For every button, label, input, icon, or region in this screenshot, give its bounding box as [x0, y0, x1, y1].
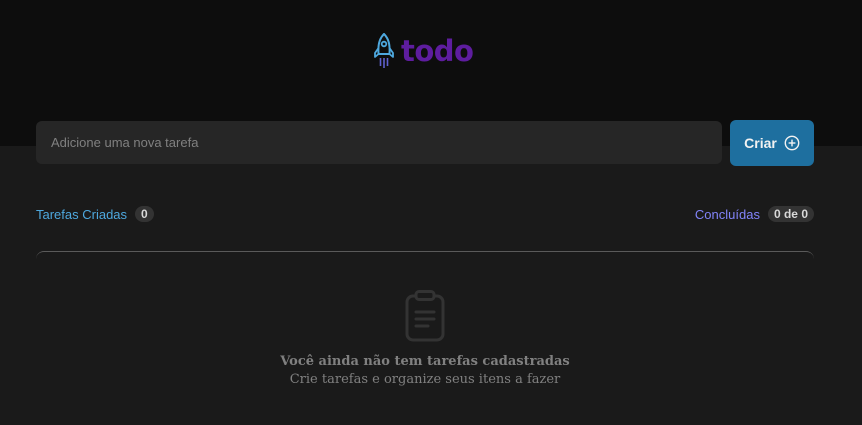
completed-tasks-label: Concluídas [694, 206, 760, 222]
empty-state-title: Você ainda não tem tarefas cadastradas [280, 354, 570, 369]
plus-circle-icon [784, 135, 800, 151]
completed-tasks-counter: Concluídas 0 de 0 [695, 206, 814, 222]
create-button[interactable]: Criar [730, 120, 814, 166]
empty-state-subtitle: Crie tarefas e organize seus itens a faz… [289, 372, 561, 387]
completed-tasks-badge: 0 de 0 [767, 206, 814, 222]
rocket-icon [374, 33, 394, 68]
created-tasks-badge: 0 [135, 206, 154, 222]
logo: todo [373, 33, 474, 69]
logo-text: todo [401, 34, 474, 68]
created-tasks-counter: Tarefas Criadas 0 [36, 206, 154, 222]
create-button-label: Criar [744, 135, 777, 151]
todo-app: todo Criar Tarefas Criadas 0 Concluídas … [0, 0, 862, 425]
created-tasks-label: Tarefas Criadas [36, 206, 128, 222]
new-task-input[interactable] [36, 121, 722, 164]
clipboard-icon [405, 290, 445, 342]
